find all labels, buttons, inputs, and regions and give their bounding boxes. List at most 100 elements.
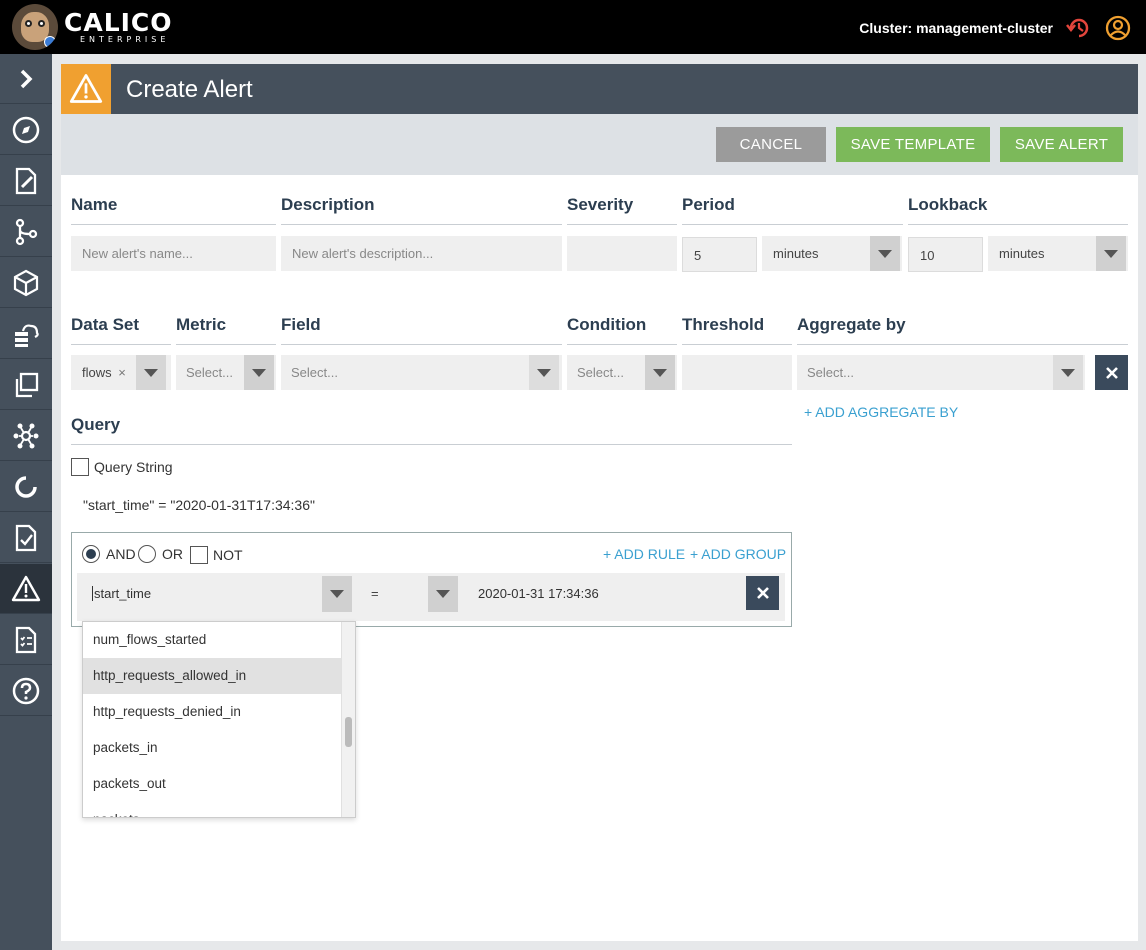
remove-aggregate-button[interactable] — [1095, 355, 1128, 390]
remove-rule-button[interactable] — [746, 576, 779, 610]
period-unit-value: minutes — [773, 246, 819, 261]
calico-mascot-logo — [12, 4, 58, 50]
verified-badge-icon — [44, 36, 56, 48]
name-input[interactable]: New alert's name... — [71, 236, 276, 271]
logo-text: CALICO — [64, 8, 173, 37]
chevron-down-icon — [244, 355, 274, 390]
chevron-down-icon — [322, 576, 352, 612]
severity-input[interactable] — [567, 236, 677, 271]
chevron-down-icon — [428, 576, 458, 612]
query-string-checkbox[interactable] — [71, 458, 89, 476]
chevron-down-icon — [870, 236, 900, 271]
dataset-label: Data Set — [71, 315, 140, 334]
aggregate-label: Aggregate by — [797, 315, 906, 334]
dropdown-option[interactable]: packets_out — [83, 766, 342, 802]
divider — [281, 344, 562, 345]
add-group-link[interactable]: + ADD GROUP — [690, 546, 786, 562]
page-title: Create Alert — [126, 76, 253, 103]
add-rule-link[interactable]: + ADD RULE — [603, 546, 685, 562]
aggregate-placeholder: Select... — [807, 365, 854, 380]
close-icon — [1105, 366, 1118, 379]
rule-operator-value: = — [371, 586, 379, 601]
field-label: Field — [281, 315, 321, 334]
query-label: Query — [71, 415, 121, 434]
period-value-input[interactable]: 5 — [682, 237, 757, 272]
save-template-button[interactable]: SAVE TEMPLATE — [836, 127, 990, 162]
clear-icon[interactable]: × — [118, 365, 126, 380]
sidebar-item-network[interactable] — [0, 411, 52, 461]
sidebar-item-help[interactable] — [0, 666, 52, 716]
history-icon[interactable] — [1066, 15, 1092, 41]
cluster-selector[interactable]: Cluster: management-cluster — [859, 20, 1053, 36]
sidebar-item-compliance[interactable] — [0, 513, 52, 563]
chevron-down-icon — [645, 355, 675, 390]
user-account-icon[interactable] — [1105, 15, 1131, 41]
refresh-circle-icon — [15, 475, 37, 498]
sidebar-item-nodes[interactable] — [0, 309, 52, 359]
dropdown-option[interactable]: packets_in — [83, 730, 342, 766]
sidebar-item-dashboard[interactable] — [0, 105, 52, 155]
dropdown-option[interactable]: http_requests_allowed_in — [83, 658, 342, 694]
period-unit-select[interactable]: minutes — [762, 236, 902, 271]
sidebar-toggle[interactable] — [0, 54, 52, 104]
sidebar-item-endpoints[interactable] — [0, 258, 52, 308]
chevron-right-icon — [20, 69, 33, 88]
divider — [281, 224, 562, 225]
condition-select[interactable]: Select... — [567, 355, 677, 390]
description-input[interactable]: New alert's description... — [281, 236, 562, 271]
divider — [567, 344, 677, 345]
alert-triangle-icon — [11, 575, 41, 601]
field-dropdown-list: num_flows_started http_requests_allowed_… — [82, 621, 356, 818]
divider — [71, 344, 171, 345]
divider — [176, 344, 276, 345]
threshold-input[interactable] — [682, 355, 792, 390]
divider — [908, 224, 1128, 225]
chevron-down-icon — [529, 355, 559, 390]
add-aggregate-link[interactable]: + ADD AGGREGATE BY — [804, 404, 958, 420]
scrollbar-thumb[interactable] — [345, 717, 352, 747]
dataset-select[interactable]: flows × — [71, 355, 171, 390]
divider — [71, 224, 276, 225]
dropdown-scrollbar[interactable] — [341, 622, 355, 817]
lookback-unit-select[interactable]: minutes — [988, 236, 1128, 271]
cloud-server-icon — [15, 323, 39, 347]
dropdown-option[interactable]: packets... — [83, 802, 342, 817]
chevron-down-icon — [1096, 236, 1126, 271]
name-label: Name — [71, 195, 118, 214]
rule-value-input[interactable]: 2020-01-31 17:34:36 — [470, 576, 738, 612]
divider — [797, 344, 1128, 345]
metric-select[interactable]: Select... — [176, 355, 276, 390]
sidebar-item-timeline[interactable] — [0, 462, 52, 512]
rule-operator-select[interactable]: = — [363, 576, 463, 612]
or-radio[interactable] — [138, 545, 156, 563]
field-select[interactable]: Select... — [281, 355, 562, 390]
network-graph-icon — [13, 423, 39, 448]
sidebar-item-flow[interactable] — [0, 207, 52, 257]
dataset-value: flows — [82, 365, 112, 380]
git-branch-icon — [15, 218, 38, 245]
and-radio[interactable] — [82, 545, 100, 563]
sidebar-item-alerts[interactable] — [0, 564, 52, 614]
divider — [71, 444, 792, 445]
copy-icon — [15, 372, 39, 397]
rule-field-value: start_time — [92, 586, 152, 601]
chevron-down-icon — [136, 355, 166, 390]
lookback-value-input[interactable]: 10 — [908, 237, 983, 272]
field-placeholder: Select... — [291, 365, 338, 380]
lookback-label: Lookback — [908, 195, 988, 214]
rule-field-select[interactable]: start_time — [85, 576, 356, 612]
divider — [682, 224, 903, 225]
condition-label: Condition — [567, 315, 647, 334]
not-checkbox[interactable] — [190, 546, 208, 564]
dropdown-option[interactable]: num_flows_started — [83, 622, 342, 658]
save-alert-button[interactable]: SAVE ALERT — [1000, 127, 1123, 162]
aggregate-select[interactable]: Select... — [797, 355, 1085, 390]
cancel-button[interactable]: CANCEL — [716, 127, 826, 162]
sidebar-item-namespaces[interactable] — [0, 360, 52, 410]
sidebar-item-policies[interactable] — [0, 156, 52, 206]
sidebar-item-reports[interactable] — [0, 615, 52, 665]
dropdown-option[interactable]: http_requests_denied_in — [83, 694, 342, 730]
chevron-down-icon — [1053, 355, 1083, 390]
cube-icon — [13, 269, 39, 296]
compass-icon — [12, 116, 40, 143]
